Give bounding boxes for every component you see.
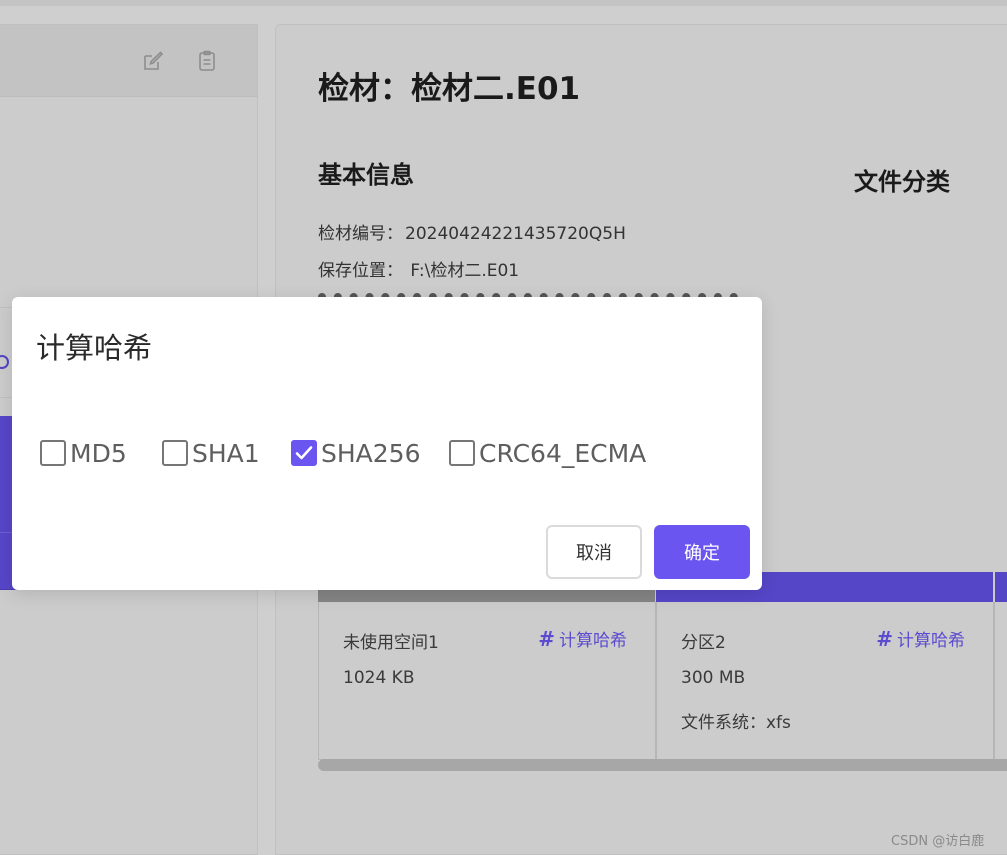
partition-card: 未使用空间1 # 计算哈希 1024 KB bbox=[318, 602, 656, 760]
hash-icon: # bbox=[538, 627, 555, 651]
partition-card: 分区2 # 计算哈希 300 MB 文件系统：xfs bbox=[656, 602, 994, 760]
cancel-button[interactable]: 取消 bbox=[546, 525, 642, 579]
top-strip bbox=[0, 0, 1007, 6]
partition-size: 1024 KB bbox=[343, 668, 415, 688]
compute-hash-dialog: 计算哈希 MD5 SHA1 SHA256 CRC64_ECMA 取消 确定 bbox=[12, 297, 762, 590]
info-evidence-id: 检材编号： 20240424221435720Q5H bbox=[318, 219, 626, 244]
compute-hash-label: 计算哈希 bbox=[897, 631, 965, 651]
option-sha256[interactable]: SHA256 bbox=[291, 436, 421, 470]
check-icon bbox=[295, 446, 313, 460]
clipboard-icon[interactable] bbox=[195, 49, 219, 73]
info-value: F:\检材二.E01 bbox=[405, 261, 520, 281]
checkbox[interactable] bbox=[162, 440, 188, 466]
info-value: 20240424221435720Q5H bbox=[405, 224, 626, 244]
gear-icon bbox=[0, 349, 12, 379]
compute-hash-link[interactable]: # 计算哈希 bbox=[538, 626, 627, 651]
option-crc64-ecma[interactable]: CRC64_ECMA bbox=[449, 436, 646, 470]
dialog-title: 计算哈希 bbox=[36, 331, 153, 365]
page-title: 检材：检材二.E01 bbox=[318, 71, 581, 107]
option-label: MD5 bbox=[70, 438, 127, 468]
info-label: 检材编号： bbox=[318, 224, 403, 244]
watermark: CSDN @访白鹿 bbox=[891, 834, 985, 849]
info-label: 保存位置： bbox=[318, 261, 403, 281]
partition-size: 300 MB bbox=[681, 668, 746, 688]
partition-card-clipped bbox=[994, 602, 1007, 760]
edit-icon[interactable] bbox=[141, 49, 165, 73]
partition-name: 分区2 bbox=[681, 633, 726, 653]
file-class-title: 文件分类 bbox=[854, 168, 950, 196]
info-save-location: 保存位置： F:\检材二.E01 bbox=[318, 256, 519, 281]
hash-icon: # bbox=[876, 627, 893, 651]
option-label: SHA256 bbox=[321, 438, 421, 468]
left-toolbar bbox=[0, 25, 257, 97]
compute-hash-link[interactable]: # 计算哈希 bbox=[876, 626, 965, 651]
basic-info-title: 基本信息 bbox=[318, 161, 414, 189]
horizontal-scrollbar[interactable] bbox=[318, 759, 1007, 771]
compute-hash-label: 计算哈希 bbox=[559, 631, 627, 651]
checkbox-checked[interactable] bbox=[291, 440, 317, 466]
checkbox[interactable] bbox=[449, 440, 475, 466]
option-md5[interactable]: MD5 bbox=[40, 436, 127, 470]
partition-bar-3 bbox=[995, 572, 1007, 602]
option-label: CRC64_ECMA bbox=[479, 438, 647, 468]
partition-name: 未使用空间1 bbox=[343, 633, 439, 653]
confirm-button[interactable]: 确定 bbox=[654, 525, 750, 579]
option-sha1[interactable]: SHA1 bbox=[162, 436, 260, 470]
checkbox[interactable] bbox=[40, 440, 66, 466]
partition-filesystem: 文件系统：xfs bbox=[681, 713, 791, 733]
option-label: SHA1 bbox=[192, 438, 260, 468]
